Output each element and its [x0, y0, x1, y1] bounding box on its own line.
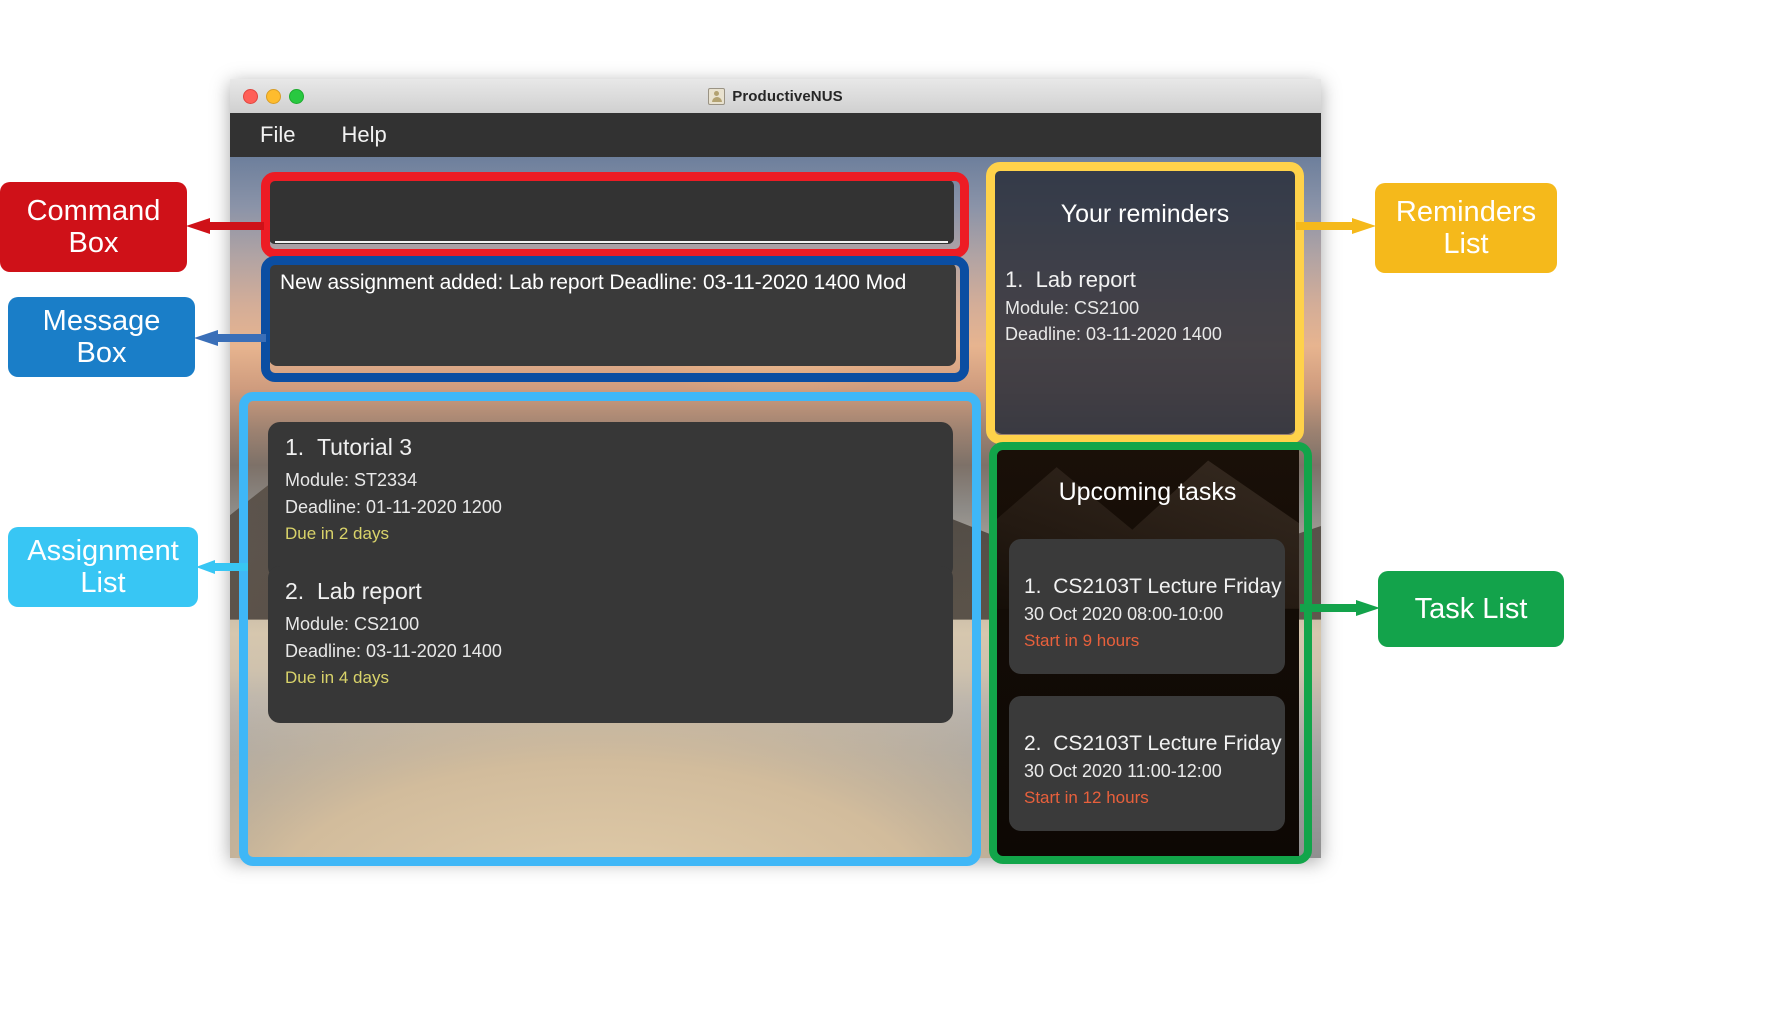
tasks-panel[interactable]: Upcoming tasks 1. CS2103T Lecture Friday…: [996, 444, 1299, 856]
arrowhead-icon: [1356, 600, 1380, 616]
annotated-screenshot: ProductiveNUS File Help New assignment a…: [0, 0, 1777, 1018]
task-title-row: 2. CS2103T Lecture Friday: [1024, 732, 1282, 756]
reminder-list-item[interactable]: 1. Lab report Module: CS2100 Deadline: 0…: [1005, 267, 1285, 345]
menu-item-file[interactable]: File: [252, 120, 303, 150]
assignment-name: Lab report: [316, 578, 422, 604]
arrow-shaft: [214, 563, 248, 571]
zoom-button[interactable]: [289, 88, 304, 104]
callout-message-box: Message Box: [8, 297, 195, 377]
task-title-row: 1. CS2103T Lecture Friday: [1024, 575, 1282, 599]
callout-task-list: Task List: [1378, 571, 1564, 647]
reminder-deadline: Deadline: 03-11-2020 1400: [1005, 324, 1222, 344]
callout-assignment-list: Assignment List: [8, 527, 198, 607]
arrowhead-icon: [186, 218, 210, 234]
task-list-item[interactable]: 2. CS2103T Lecture Friday 30 Oct 2020 11…: [1009, 696, 1285, 831]
arrow-right-task-list: [1300, 600, 1380, 616]
assignment-index: 1.: [285, 434, 317, 460]
assignment-deadline: Deadline: 01-11-2020 1200: [285, 497, 502, 517]
arrow-left-message-box: [194, 330, 266, 346]
arrowhead-icon: [1352, 218, 1376, 234]
arrow-shaft: [1296, 222, 1354, 230]
task-start-badge: Start in 12 hours: [1024, 788, 1149, 807]
assignment-due-badge: Due in 4 days: [285, 668, 389, 687]
assignment-list-item[interactable]: 2. Lab report Module: CS2100 Deadline: 0…: [268, 566, 953, 723]
callout-reminders-list: Reminders List: [1375, 183, 1557, 273]
arrow-shaft: [216, 334, 266, 342]
arrowhead-icon: [196, 560, 215, 574]
menu-bar: File Help: [230, 113, 1321, 157]
assignment-title-row: 1. Tutorial 3: [285, 434, 412, 461]
reminder-name: Lab report: [1035, 267, 1136, 292]
task-index: 2.: [1024, 732, 1054, 755]
window-traffic-lights[interactable]: [243, 79, 304, 113]
assignment-due-badge: Due in 2 days: [285, 524, 389, 543]
task-name: CS2103T Lecture Friday: [1053, 575, 1282, 598]
minimize-button[interactable]: [266, 88, 281, 104]
message-box: New assignment added: Lab report Deadlin…: [269, 262, 956, 366]
callout-command-box: Command Box: [0, 182, 187, 272]
window-title: ProductiveNUS: [732, 87, 843, 105]
reminders-heading: Your reminders: [1060, 200, 1230, 228]
task-start-badge: Start in 9 hours: [1024, 631, 1140, 650]
task-datetime: 30 Oct 2020 08:00-10:00: [1024, 604, 1224, 624]
arrowhead-icon: [194, 330, 218, 346]
assignment-index: 2.: [285, 578, 317, 604]
close-button[interactable]: [243, 88, 258, 104]
window-title-group: ProductiveNUS: [230, 87, 1321, 105]
assignment-list-panel[interactable]: 1. Tutorial 3 Module: ST2334 Deadline: 0…: [246, 396, 976, 856]
assignment-module: Module: CS2100: [285, 614, 420, 634]
tasks-heading: Upcoming tasks: [1058, 478, 1237, 506]
reminder-title-row: 1. Lab report: [1005, 267, 1285, 293]
assignment-list-item[interactable]: 1. Tutorial 3 Module: ST2334 Deadline: 0…: [268, 422, 953, 579]
reminder-index: 1.: [1005, 267, 1036, 292]
arrow-shaft: [208, 222, 264, 230]
reminders-panel[interactable]: Your reminders 1. Lab report Module: CS2…: [993, 166, 1297, 434]
arrow-shaft: [1300, 604, 1358, 612]
arrow-left-assignment-list: [196, 560, 248, 574]
assignment-name: Tutorial 3: [316, 434, 412, 460]
assignment-deadline: Deadline: 03-11-2020 1400: [285, 641, 502, 661]
message-box-text: New assignment added: Lab report Deadlin…: [280, 271, 907, 294]
task-index: 1.: [1024, 575, 1054, 598]
command-input[interactable]: [269, 180, 954, 244]
reminder-module: Module: CS2100: [1005, 298, 1140, 318]
arrow-left-command-box: [186, 218, 264, 234]
task-datetime: 30 Oct 2020 11:00-12:00: [1024, 761, 1222, 781]
task-list-item[interactable]: 1. CS2103T Lecture Friday 30 Oct 2020 08…: [1009, 539, 1285, 674]
assignment-module: Module: ST2334: [285, 470, 418, 490]
command-input-underline: [275, 241, 948, 243]
menu-item-help[interactable]: Help: [333, 120, 394, 150]
arrow-right-reminders-list: [1296, 218, 1376, 234]
address-book-icon: [708, 87, 726, 105]
assignment-title-row: 2. Lab report: [285, 578, 422, 605]
window-titlebar: ProductiveNUS: [230, 79, 1321, 114]
task-name: CS2103T Lecture Friday: [1053, 732, 1282, 755]
